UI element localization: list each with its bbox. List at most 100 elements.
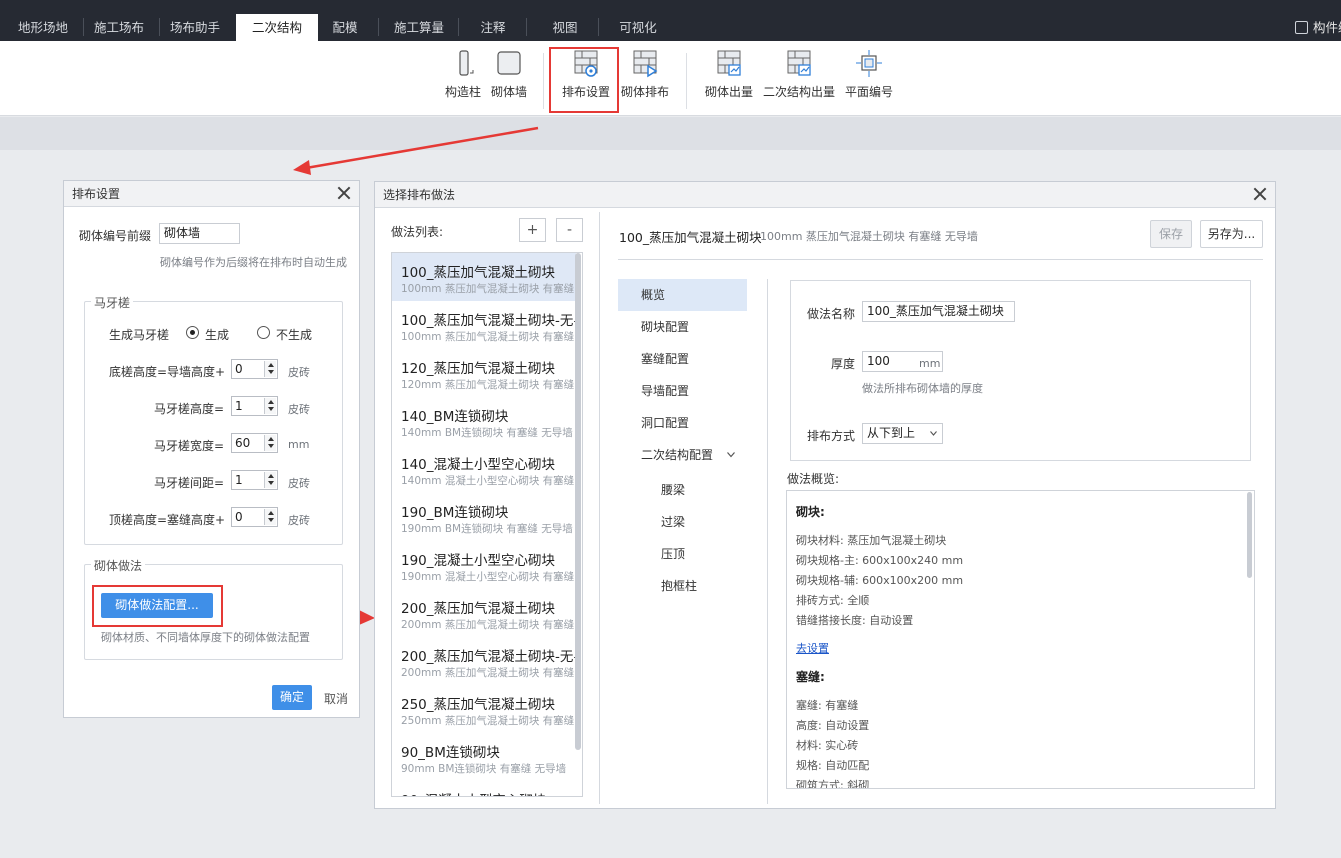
overview-line: 砌块规格-辅: 600x100x200 mm [796,574,964,587]
stepper-value: 60 [235,436,251,450]
nav-overview[interactable]: 概览 [618,279,747,311]
plan-numbering-button[interactable]: 平面编号 [844,49,894,100]
list-item[interactable]: 190_混凝土小型空心砌块 190mm 混凝土小型空心砌块 有塞缝 无导墙 [392,541,576,589]
secondary-structure-output-button[interactable]: 二次结构出量 [762,49,836,100]
radio-generate[interactable] [186,326,199,339]
nav-opening-config[interactable]: 洞口配置 [618,407,747,439]
thickness-value: 100 [867,354,890,368]
basic-info-panel [790,280,1251,461]
tab-visualization[interactable]: 可视化 [608,14,668,41]
name-label: 做法名称 [807,307,856,321]
method-name-input[interactable]: 100_蒸压加气混凝土砌块 [862,301,1015,322]
stepper-arrows-icon[interactable] [264,472,276,488]
config-hint: 砌体材质、不同墙体厚度下的砌体做法配置 [101,631,310,644]
chevron-down-icon[interactable] [727,452,735,458]
tab-formwork[interactable]: 配模 [320,14,370,41]
prefix-input[interactable]: 砌体墙 [159,223,240,244]
mayacha-width-stepper[interactable]: 60 [231,433,278,453]
nav-guide-wall-config[interactable]: 导墙配置 [618,375,747,407]
layout-mode-select[interactable]: 从下到上 [862,423,943,444]
list-item-title: 90_BM连锁砌块 [401,745,500,761]
ribbon-divider [543,53,544,109]
highlight-box [549,47,619,113]
overview-line: 高度: 自动设置 [796,719,870,732]
stepper-arrows-icon[interactable] [264,435,276,451]
list-item[interactable]: 200_蒸压加气混凝土砌块 200mm 蒸压加气混凝土砌块 有塞缝 无导墙 [392,589,576,637]
field-label: 马牙槎间距= [154,476,225,490]
stepper-arrows-icon[interactable] [264,398,276,414]
list-item-subtitle: 140mm BM连锁砌块 有塞缝 无导墙 [401,427,573,439]
nav-secondary-structure-config[interactable]: 二次结构配置 [618,439,747,471]
go-settings-link[interactable]: 去设置 [796,640,829,656]
brick-play-icon [633,50,658,78]
stepper-arrows-icon[interactable] [264,361,276,377]
list-item[interactable]: 250_蒸压加气混凝土砌块 250mm 蒸压加气混凝土砌块 有塞缝 无导墙 [392,685,576,733]
list-item[interactable]: 120_蒸压加气混凝土砌块 120mm 蒸压加气混凝土砌块 有塞缝 无导墙 [392,349,576,397]
list-item[interactable]: 90_混凝土小型空心砌块 [392,781,576,796]
tab-site-layout[interactable]: 施工场布 [86,14,152,41]
radio-not-generate[interactable] [257,326,270,339]
overview-line: 砌块材料: 蒸压加气混凝土砌块 [796,534,947,547]
plan-number-icon [856,50,882,77]
mayacha-height-stepper[interactable]: 1 [231,396,278,416]
mayacha-spacing-stepper[interactable]: 1 [231,470,278,490]
cancel-button[interactable]: 取消 [324,690,348,707]
list-item-subtitle: 190mm 混凝土小型空心砌块 有塞缝 无导墙 [401,571,576,583]
top-height-stepper[interactable]: 0 [231,507,278,527]
list-item[interactable]: 100_蒸压加气混凝土砌块 100mm 蒸压加气混凝土砌块 有塞缝 无导墙 [392,253,576,301]
list-item[interactable]: 90_BM连锁砌块 90mm BM连锁砌块 有塞缝 无导墙 [392,733,576,781]
toolbar-strip [0,117,1341,150]
list-item[interactable]: 200_蒸压加气混凝土砌块-无导墙 200mm 蒸压加气混凝土砌块 有塞缝 无导墙 [392,637,576,685]
bottom-height-stepper[interactable]: 0 [231,359,278,379]
overview-line: 砌块规格-主: 600x100x240 mm [796,554,964,567]
field-label: 底槎高度=导墙高度+ [109,365,226,379]
dialog-title: 选择排布做法 [383,188,456,202]
nav-divider [767,279,768,804]
tab-view[interactable]: 视图 [538,14,592,41]
close-icon[interactable] [337,186,351,200]
masonry-layout-button[interactable]: 砌体排布 [620,49,670,100]
nav-coping[interactable]: 压顶 [661,545,685,562]
nav-frame-column[interactable]: 抱框柱 [661,577,697,594]
list-item[interactable]: 100_蒸压加气混凝土砌块-无导墙 100mm 蒸压加气混凝土砌块 有塞缝 无导墙 [392,301,576,349]
thickness-input[interactable]: 100 mm [862,351,943,372]
overview-line: 砌筑方式: 斜砌 [796,779,870,789]
seam-heading: 塞缝: [796,670,825,684]
list-scrollbar[interactable] [575,253,581,750]
list-item-title: 190_BM连锁砌块 [401,505,509,521]
tab-secondary-structure[interactable]: 二次结构 [236,14,318,41]
stepper-arrows-icon[interactable] [264,509,276,525]
close-icon[interactable] [1253,187,1267,201]
tab-terrain[interactable]: 地形场地 [10,14,76,41]
masonry-output-label: 砌体出量 [704,85,753,99]
save-as-button[interactable]: 另存为... [1200,220,1263,248]
ribbon-divider [686,53,687,109]
masonry-output-button[interactable]: 砌体出量 [704,49,754,100]
list-item[interactable]: 140_混凝土小型空心砌块 140mm 混凝土小型空心砌块 有塞缝 无导墙 [392,445,576,493]
nav-block-config[interactable]: 砌块配置 [618,311,747,343]
overview-panel: 砌块: 砌块材料: 蒸压加气混凝土砌块 砌块规格-主: 600x100x240 … [786,490,1255,789]
constructional-column-button[interactable]: 构造柱 [443,49,483,100]
nav-waist-beam[interactable]: 腰梁 [661,481,685,498]
remove-method-button[interactable]: - [556,218,583,242]
masonry-wall-button[interactable]: 砌体墙 [489,49,529,100]
component-icon [1295,21,1308,34]
list-item[interactable]: 190_BM连锁砌块 190mm BM连锁砌块 有塞缝 无导墙 [392,493,576,541]
nav-lintel[interactable]: 过梁 [661,513,685,530]
save-button[interactable]: 保存 [1150,220,1192,248]
list-item[interactable]: 140_BM连锁砌块 140mm BM连锁砌块 有塞缝 无导墙 [392,397,576,445]
tab-annotation[interactable]: 注释 [466,14,520,41]
thickness-label: 厚度 [831,357,856,371]
unit-label: 皮砖 [288,403,310,416]
brick-chart-icon [717,50,741,76]
overview-line: 塞缝: 有塞缝 [796,699,859,712]
nav-seam-config[interactable]: 塞缝配置 [618,343,747,375]
tab-component[interactable]: 构件编 [1291,14,1341,41]
tab-layout-assistant[interactable]: 场布助手 [162,14,228,41]
ok-button[interactable]: 确定 [272,685,312,710]
prefix-label: 砌体编号前缀 [79,229,152,243]
add-method-button[interactable]: + [519,218,546,242]
overview-scrollbar[interactable] [1247,492,1252,578]
plan-numbering-label: 平面编号 [844,85,893,99]
tab-construction-quantity[interactable]: 施工算量 [386,14,452,41]
